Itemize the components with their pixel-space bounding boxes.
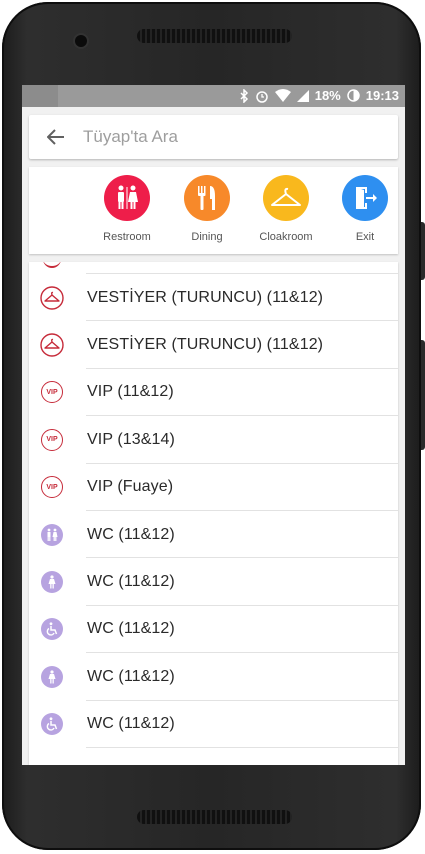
app-content: Restroom Dining Cloakroom — [22, 107, 405, 765]
quick-actions-panel: Restroom Dining Cloakroom Exit — [29, 167, 398, 254]
list-item-label: WC (11&12) — [87, 620, 175, 638]
wheelchair-icon — [40, 712, 64, 736]
vip-icon: VIP — [40, 428, 64, 452]
battery-percent: 18% — [314, 88, 341, 103]
list-item-label: VESTİYER (TURUNCU) (11&12) — [87, 288, 324, 306]
wifi-icon — [274, 89, 291, 102]
top-speaker — [137, 29, 292, 43]
quick-action-label: Exit — [355, 231, 375, 243]
list-item[interactable]: VESTİYER (TURUNCU) (11&12) — [29, 321, 398, 369]
search-bar — [29, 115, 398, 159]
hanger-icon — [40, 285, 64, 310]
wheelchair-icon — [40, 617, 64, 641]
clock-time: 19:13 — [365, 88, 399, 103]
list-item-label: VIP (13&14) — [87, 430, 175, 448]
dining-icon — [184, 175, 230, 221]
back-arrow-icon[interactable] — [43, 124, 69, 150]
vip-icon: VIP — [40, 380, 64, 404]
screen: 18% 19:13 Restroom — [22, 85, 405, 765]
list-item[interactable]: VIP VIP (11&12) — [29, 369, 398, 417]
signal-icon — [296, 89, 309, 102]
results-list[interactable]: VESTİYER (TURUNCU) (11&12) VESTİYER (TUR… — [29, 262, 398, 765]
woman-icon — [40, 665, 64, 689]
hanger-icon — [40, 333, 64, 357]
list-item-label: WC (11&12) — [87, 573, 175, 591]
restroom-icon — [104, 175, 150, 221]
list-item-label: VIP (Fuaye) — [87, 478, 174, 496]
phone-frame: 18% 19:13 Restroom — [2, 2, 421, 850]
vip-icon: VIP — [40, 475, 64, 499]
list-item-label: WC (11&12) — [87, 715, 175, 733]
list-item[interactable]: WC (11&12) — [29, 606, 398, 654]
quick-action-exit[interactable]: Exit — [330, 175, 400, 243]
search-input[interactable] — [81, 126, 365, 148]
bluetooth-icon — [240, 88, 248, 103]
list-item[interactable]: VIP VIP (13&14) — [29, 416, 398, 464]
front-camera — [75, 35, 87, 47]
list-item[interactable]: VESTİYER (TURUNCU) (11&12) — [29, 274, 398, 322]
status-bar: 18% 19:13 — [22, 85, 405, 107]
hanger-icon — [263, 175, 309, 221]
quick-action-label: Dining — [191, 231, 223, 243]
exit-icon — [342, 175, 388, 221]
volume-button — [421, 222, 425, 280]
restroom-icon — [40, 523, 64, 547]
list-item[interactable]: VIP VIP (Fuaye) — [29, 464, 398, 511]
list-item-label: VIP (11&12) — [87, 383, 174, 401]
quick-action-dining[interactable]: Dining — [172, 175, 242, 243]
quick-action-cloakroom[interactable]: Cloakroom — [251, 175, 321, 243]
list-item-label: VESTİYER (TURUNCU) (11&12) — [87, 336, 324, 354]
list-item[interactable]: WC (11&12) — [29, 511, 398, 559]
list-item[interactable]: WC (11&12) — [29, 558, 398, 606]
list-item-label: WC (11&12) — [87, 525, 175, 543]
list-item[interactable]: WC (11&12) — [29, 701, 398, 748]
battery-icon — [347, 89, 360, 102]
list-item-label: WC (11&12) — [87, 667, 175, 685]
bottom-speaker — [137, 810, 292, 824]
list-item[interactable]: WC (11&12) — [29, 653, 398, 701]
alarm-icon — [255, 90, 268, 103]
woman-icon — [40, 570, 64, 594]
list-item-partial — [29, 262, 398, 274]
quick-action-restroom[interactable]: Restroom — [92, 175, 162, 243]
quick-action-label: Restroom — [103, 231, 151, 243]
power-button — [421, 340, 425, 450]
quick-action-label: Cloakroom — [259, 231, 313, 243]
